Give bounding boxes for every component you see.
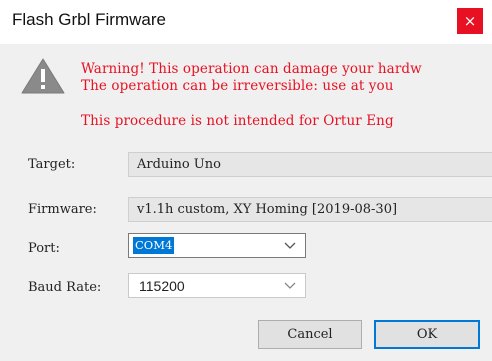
port-selected-value: COM4 <box>133 237 175 254</box>
target-field: Arduino Uno <box>128 152 492 177</box>
port-label: Port: <box>28 241 60 256</box>
ok-button[interactable]: OK <box>374 320 480 349</box>
warning-line-1: Warning! This operation can damage your … <box>81 61 422 77</box>
target-label: Target: <box>28 157 76 172</box>
title-bar: Flash Grbl Firmware × <box>0 0 492 44</box>
chevron-down-icon <box>284 282 296 289</box>
warning-line-3: This procedure is not intended for Ortur… <box>81 113 394 129</box>
baud-rate-dropdown[interactable]: 115200 <box>128 273 306 298</box>
firmware-value: v1.1h custom, XY Homing [2019-08-30] <box>137 202 398 217</box>
warning-line-2: The operation can be irreversible: use a… <box>81 78 394 94</box>
chevron-down-icon <box>284 242 296 249</box>
warning-icon <box>21 58 65 94</box>
baud-rate-label: Baud Rate: <box>28 280 102 295</box>
baud-rate-value: 115200 <box>139 278 185 294</box>
firmware-field: v1.1h custom, XY Homing [2019-08-30] <box>128 197 492 222</box>
target-value: Arduino Uno <box>137 157 221 172</box>
close-button[interactable]: × <box>457 8 483 34</box>
dialog-title: Flash Grbl Firmware <box>12 10 166 29</box>
cancel-button[interactable]: Cancel <box>258 320 362 349</box>
firmware-label: Firmware: <box>28 202 97 217</box>
port-dropdown[interactable]: COM4 <box>128 233 306 258</box>
